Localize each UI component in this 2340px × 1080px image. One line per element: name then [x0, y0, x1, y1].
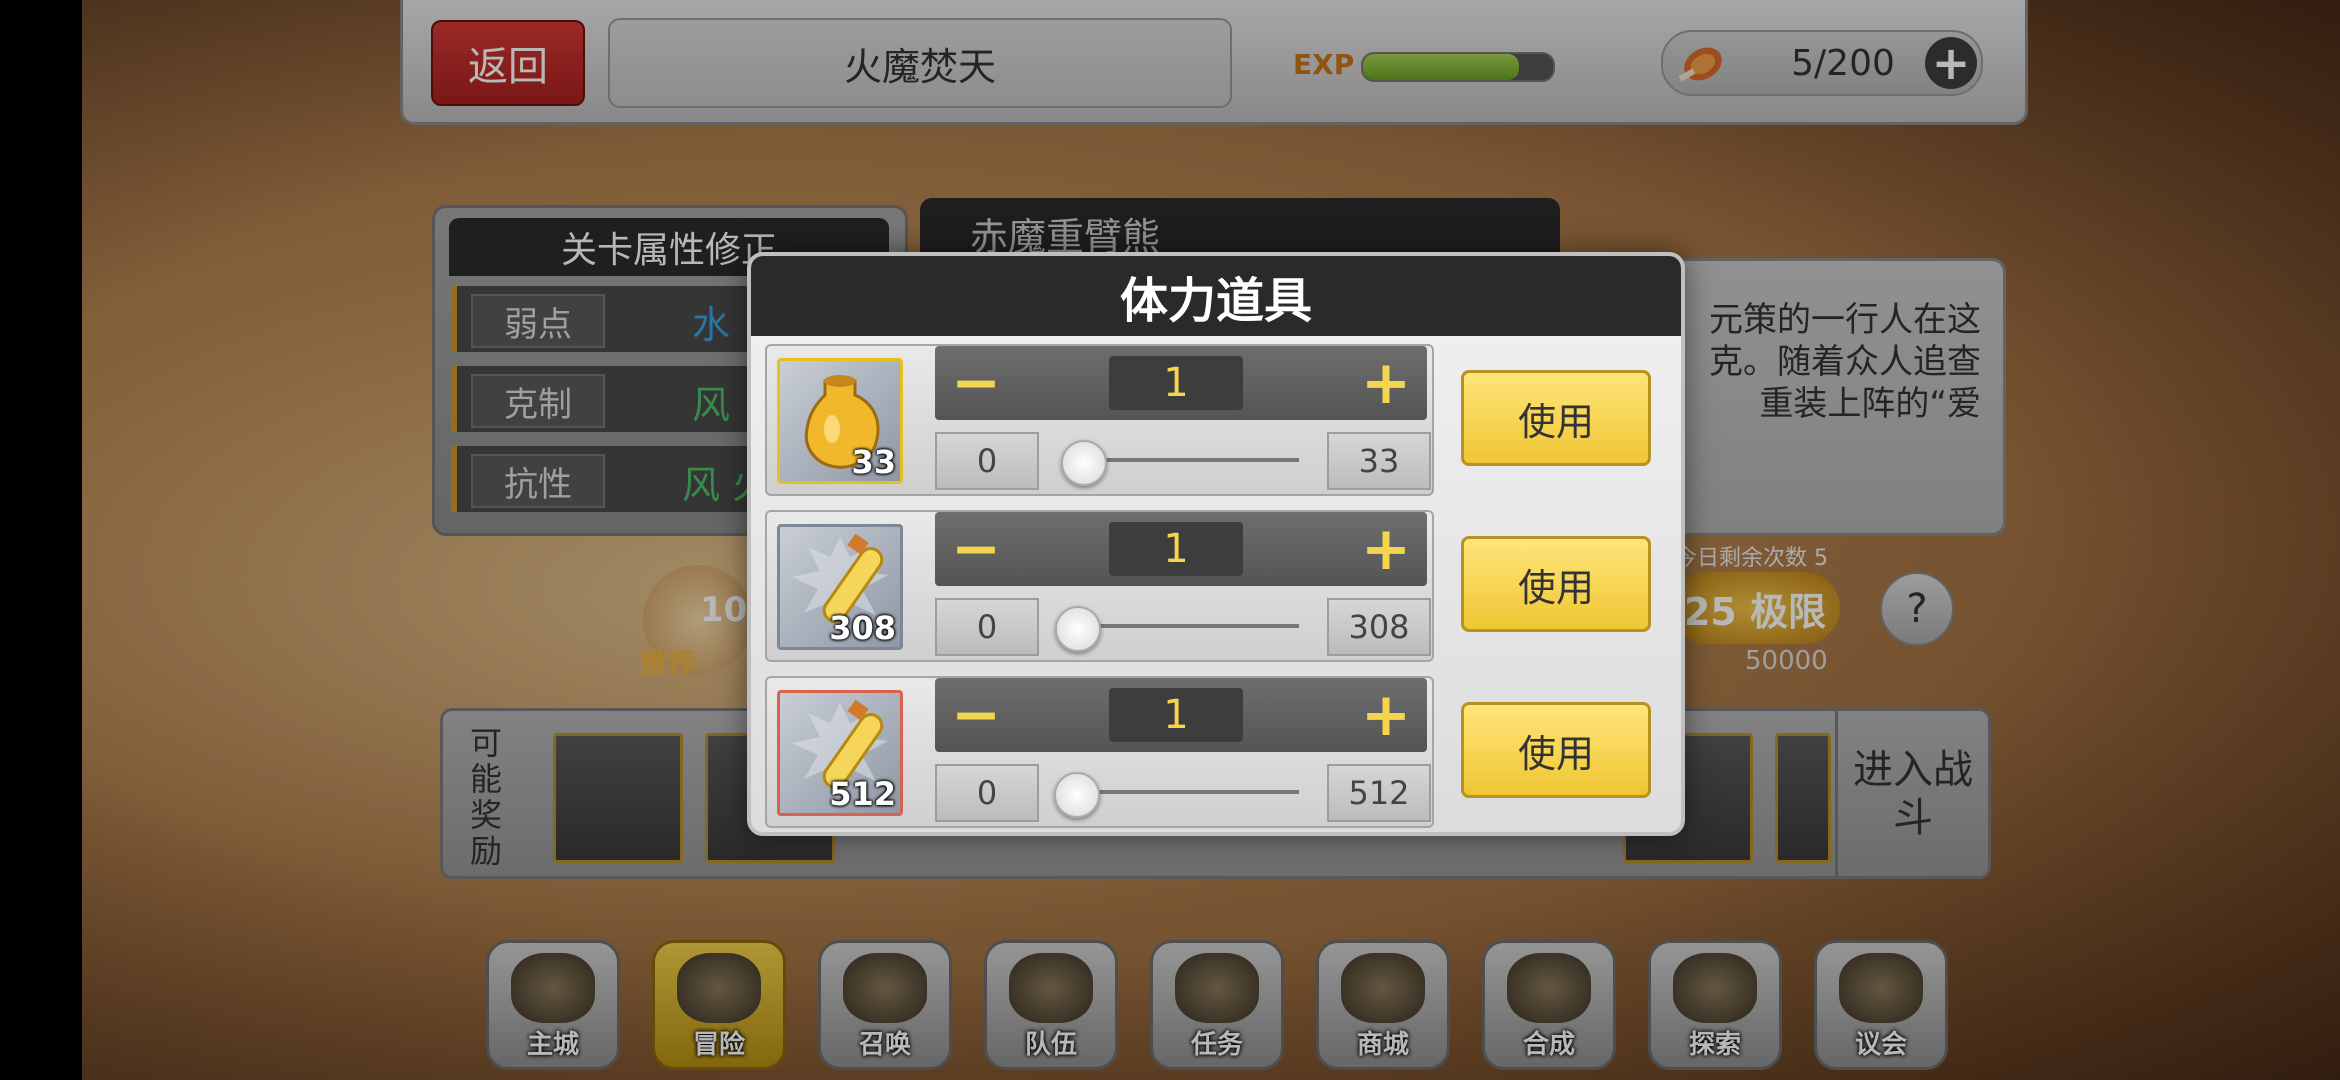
stamina-item-row: 512 − 1 + 0 512 — [765, 676, 1434, 828]
quantity-stepper: − 1 + — [935, 512, 1427, 586]
slider-max: 512 — [1327, 764, 1431, 822]
stamina-items-dialog: 体力道具 33 − 1 + 0 33 使用 308 − 1 + 0 308 使用… — [747, 252, 1685, 836]
slider-min: 0 — [935, 598, 1039, 656]
slider-min: 0 — [935, 764, 1039, 822]
stamina-potion-small-icon: 512 — [777, 690, 903, 816]
stamina-item-row: 33 − 1 + 0 33 — [765, 344, 1434, 496]
quantity-slider-thumb[interactable] — [1054, 772, 1101, 818]
decrease-button[interactable]: − — [945, 518, 1007, 580]
stamina-potion-medium-icon: 308 — [777, 524, 903, 650]
quantity-slider-track[interactable] — [1067, 624, 1299, 628]
quantity-slider-thumb[interactable] — [1061, 440, 1108, 486]
use-item-button[interactable]: 使用 — [1461, 536, 1651, 632]
quantity-stepper: − 1 + — [935, 678, 1427, 752]
stamina-item-row: 308 − 1 + 0 308 — [765, 510, 1434, 662]
slider-min: 0 — [935, 432, 1039, 490]
quantity-value[interactable]: 1 — [1109, 522, 1243, 576]
slider-max: 308 — [1327, 598, 1431, 656]
stamina-potion-large-icon: 33 — [777, 358, 903, 484]
slider-max: 33 — [1327, 432, 1431, 490]
quantity-slider-track[interactable] — [1067, 790, 1299, 794]
increase-button[interactable]: + — [1355, 518, 1417, 580]
item-count: 512 — [829, 775, 896, 813]
quantity-slider-thumb[interactable] — [1054, 606, 1101, 652]
quantity-stepper: − 1 + — [935, 346, 1427, 420]
use-item-button[interactable]: 使用 — [1461, 370, 1651, 466]
quantity-value[interactable]: 1 — [1109, 688, 1243, 742]
use-item-button[interactable]: 使用 — [1461, 702, 1651, 798]
decrease-button[interactable]: − — [945, 352, 1007, 414]
dialog-title: 体力道具 — [751, 256, 1681, 336]
quantity-value[interactable]: 1 — [1109, 356, 1243, 410]
increase-button[interactable]: + — [1355, 684, 1417, 746]
item-count: 308 — [829, 609, 896, 647]
item-count: 33 — [851, 443, 896, 481]
left-letterbox — [0, 0, 82, 1080]
increase-button[interactable]: + — [1355, 352, 1417, 414]
decrease-button[interactable]: − — [945, 684, 1007, 746]
